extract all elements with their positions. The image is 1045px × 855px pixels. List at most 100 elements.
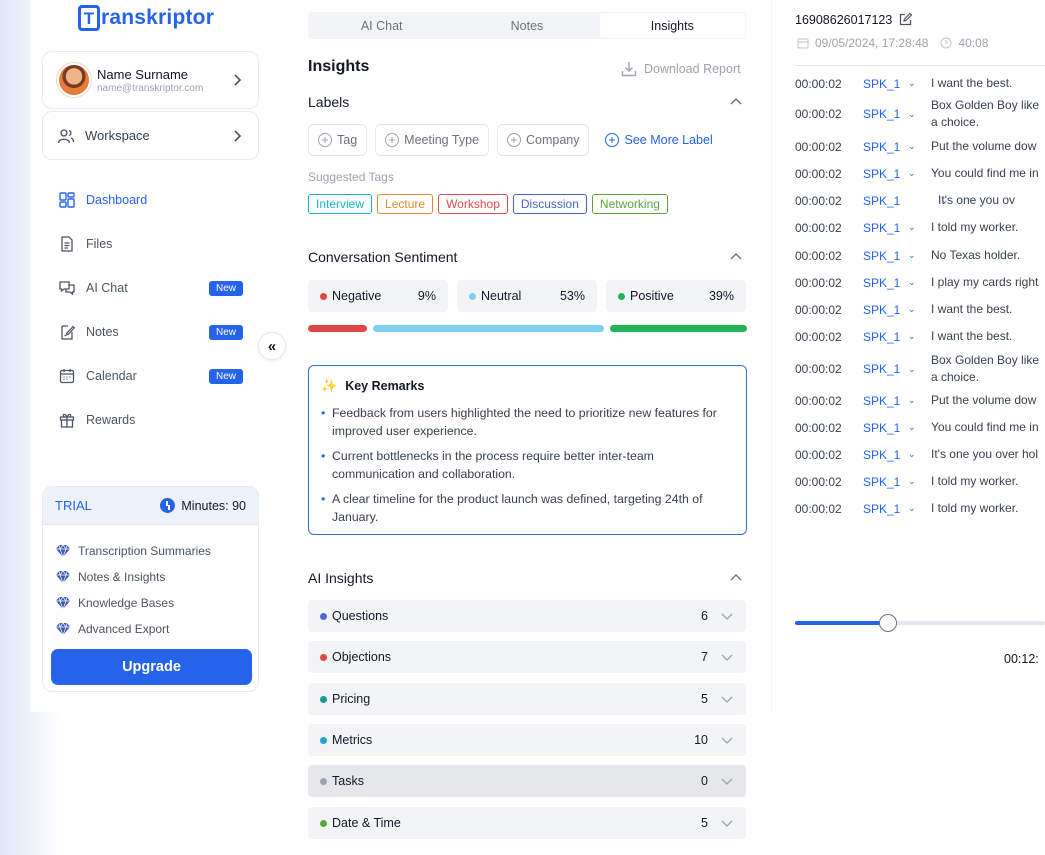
transcript-row[interactable]: 00:00:02 SPK_1 It's one you ov ⌄ bbox=[795, 192, 1045, 209]
sidebar-item-notes[interactable]: Notes New bbox=[42, 310, 259, 354]
chevron-up-icon[interactable] bbox=[729, 95, 743, 109]
chevron-up-icon[interactable] bbox=[729, 571, 743, 585]
speaker-dropdown-icon[interactable]: ⌄ bbox=[908, 250, 931, 261]
transcript-time[interactable]: 00:00:02 bbox=[795, 394, 863, 408]
speaker-label[interactable]: SPK_1 bbox=[863, 421, 908, 435]
speaker-label[interactable]: SPK_1 bbox=[863, 330, 908, 344]
sidebar-item-dashboard[interactable]: Dashboard bbox=[42, 178, 259, 222]
ai-insight-pricing[interactable]: Pricing 5 bbox=[308, 683, 746, 715]
add-company-button[interactable]: Company bbox=[496, 124, 590, 156]
speaker-dropdown-icon[interactable]: ⌄ bbox=[908, 168, 931, 179]
transcript-row[interactable]: 00:00:02 SPK_1 ⌄ I told my worker. bbox=[795, 219, 1045, 236]
sidebar-item-calendar[interactable]: Calendar New bbox=[42, 354, 259, 398]
suggested-tag-networking[interactable]: Networking bbox=[591, 194, 668, 214]
speaker-label[interactable]: SPK_1 bbox=[863, 221, 908, 235]
user-profile-card[interactable]: Name Surname name@transkriptor.com bbox=[42, 51, 259, 109]
speaker-dropdown-icon[interactable]: ⌄ bbox=[908, 277, 931, 288]
transcript-time[interactable]: 00:00:02 bbox=[795, 303, 863, 317]
speaker-label[interactable]: SPK_1 bbox=[863, 303, 908, 317]
speaker-label[interactable]: SPK_1 bbox=[863, 502, 908, 516]
speaker-label[interactable]: SPK_1 bbox=[863, 276, 908, 290]
speaker-dropdown-icon[interactable]: ⌄ bbox=[908, 141, 931, 152]
files-icon bbox=[61, 236, 73, 252]
transcript-time[interactable]: 00:00:02 bbox=[795, 167, 863, 181]
speaker-label[interactable]: SPK_1 bbox=[863, 249, 908, 263]
speaker-dropdown-icon[interactable]: ⌄ bbox=[908, 395, 931, 406]
ai-insight-tasks[interactable]: Tasks 0 bbox=[308, 765, 746, 797]
transcript-time[interactable]: 00:00:02 bbox=[795, 194, 863, 208]
add-tag-button[interactable]: Tag bbox=[308, 124, 368, 156]
sidebar-item-rewards[interactable]: Rewards bbox=[42, 398, 259, 442]
speaker-dropdown-icon[interactable]: ⌄ bbox=[908, 109, 931, 120]
speaker-dropdown-icon[interactable]: ⌄ bbox=[908, 476, 931, 487]
speaker-dropdown-icon[interactable]: ⌄ bbox=[908, 304, 931, 315]
speaker-dropdown-icon[interactable]: ⌄ bbox=[908, 503, 931, 514]
tab-notes[interactable]: Notes bbox=[454, 13, 599, 38]
transcript-row[interactable]: 00:00:02 SPK_1 ⌄ It's one you over hol bbox=[795, 446, 1045, 463]
transcript-time[interactable]: 00:00:02 bbox=[795, 448, 863, 462]
ai-insight-objections[interactable]: Objections 7 bbox=[308, 641, 746, 673]
transcript-time[interactable]: 00:00:02 bbox=[795, 107, 863, 121]
transcript-row[interactable]: 00:00:02 SPK_1 ⌄ I want the best. bbox=[795, 328, 1045, 345]
suggested-tag-workshop[interactable]: Workshop bbox=[438, 194, 508, 214]
speaker-label[interactable]: SPK_1 bbox=[863, 475, 908, 489]
speaker-label[interactable]: SPK_1 bbox=[863, 394, 908, 408]
transcript-time[interactable]: 00:00:02 bbox=[795, 140, 863, 154]
speaker-dropdown-icon[interactable]: ⌄ bbox=[908, 331, 931, 342]
suggested-tag-discussion[interactable]: Discussion bbox=[512, 194, 587, 214]
sidebar-item-files[interactable]: Files bbox=[42, 222, 259, 266]
transcript-row[interactable]: 00:00:02 SPK_1 ⌄ I play my cards right bbox=[795, 274, 1045, 291]
edit-icon[interactable] bbox=[898, 12, 913, 27]
speaker-dropdown-icon[interactable]: ⌄ bbox=[908, 449, 931, 460]
transcript-row[interactable]: 00:00:02 SPK_1 ⌄ I want the best. bbox=[795, 75, 1045, 92]
speaker-dropdown-icon[interactable]: ⌄ bbox=[908, 422, 931, 433]
transcript-row[interactable]: 00:00:02 SPK_1 ⌄ No Texas holder. bbox=[795, 247, 1045, 264]
transcript-row[interactable]: 00:00:02 SPK_1 ⌄ I told my worker. bbox=[795, 473, 1045, 490]
ai-insight-date-time[interactable]: Date & Time 5 bbox=[308, 807, 746, 839]
transcript-row[interactable]: 00:00:02 SPK_1 ⌄ Box Golden Boy like a choic… bbox=[795, 352, 1045, 386]
download-report-button[interactable]: Download Report bbox=[620, 60, 741, 78]
add-meeting-type-button[interactable]: Meeting Type bbox=[375, 124, 489, 156]
upgrade-button[interactable]: Upgrade bbox=[51, 649, 252, 685]
collapse-sidebar-button[interactable]: « bbox=[258, 332, 286, 360]
transcript-time[interactable]: 00:00:02 bbox=[795, 421, 863, 435]
speaker-label[interactable]: SPK_1 bbox=[863, 167, 908, 181]
speaker-dropdown-icon[interactable]: ⌄ bbox=[908, 222, 931, 233]
transcript-time[interactable]: 00:00:02 bbox=[795, 362, 863, 376]
speaker-dropdown-icon[interactable]: ⌄ bbox=[908, 364, 931, 375]
transcript-row[interactable]: 00:00:02 SPK_1 ⌄ Box Golden Boy like a choic… bbox=[795, 97, 1045, 131]
transcript-row[interactable]: 00:00:02 SPK_1 ⌄ I want the best. bbox=[795, 301, 1045, 318]
speaker-label[interactable]: SPK_1 bbox=[863, 448, 908, 462]
transcript-time[interactable]: 00:00:02 bbox=[795, 249, 863, 263]
speaker-dropdown-icon[interactable]: ⌄ bbox=[941, 195, 964, 206]
speaker-label[interactable]: SPK_1 bbox=[863, 77, 908, 91]
transcript-row[interactable]: 00:00:02 SPK_1 ⌄ You could find me in bbox=[795, 165, 1045, 182]
transcript-time[interactable]: 00:00:02 bbox=[795, 475, 863, 489]
speaker-label[interactable]: SPK_1 bbox=[863, 140, 908, 154]
speaker-label[interactable]: SPK_1 bbox=[863, 362, 908, 376]
tab-ai-chat[interactable]: AI Chat bbox=[309, 13, 454, 38]
speaker-label[interactable]: SPK_1 bbox=[863, 107, 908, 121]
transcript-row[interactable]: 00:00:02 SPK_1 ⌄ I told my worker. bbox=[795, 500, 1045, 517]
see-more-label-link[interactable]: See More Label bbox=[605, 124, 713, 156]
transcript-time[interactable]: 00:00:02 bbox=[795, 502, 863, 516]
workspace-selector[interactable]: Workspace bbox=[42, 111, 259, 160]
chevron-up-icon[interactable] bbox=[729, 250, 743, 264]
transcript-time[interactable]: 00:00:02 bbox=[795, 330, 863, 344]
transcript-row[interactable]: 00:00:02 SPK_1 ⌄ Put the volume dow bbox=[795, 138, 1045, 155]
sidebar-item-ai-chat[interactable]: AI Chat New bbox=[42, 266, 259, 310]
transcript-time[interactable]: 00:00:02 bbox=[795, 221, 863, 235]
playback-handle[interactable] bbox=[879, 614, 897, 632]
transkriptor-logo[interactable]: T ranskriptor bbox=[78, 2, 214, 34]
suggested-tag-interview[interactable]: Interview bbox=[308, 194, 373, 214]
transcript-time[interactable]: 00:00:02 bbox=[795, 77, 863, 91]
transcript-time[interactable]: 00:00:02 bbox=[795, 276, 863, 290]
speaker-label[interactable]: SPK_1 bbox=[863, 194, 908, 208]
ai-insight-metrics[interactable]: Metrics 10 bbox=[308, 724, 746, 756]
transcript-row[interactable]: 00:00:02 SPK_1 ⌄ Put the volume dow bbox=[795, 392, 1045, 409]
suggested-tag-lecture[interactable]: Lecture bbox=[377, 194, 434, 214]
ai-insight-questions[interactable]: Questions 6 bbox=[308, 600, 746, 632]
tab-insights[interactable]: Insights bbox=[599, 13, 745, 38]
speaker-dropdown-icon[interactable]: ⌄ bbox=[908, 78, 931, 89]
transcript-row[interactable]: 00:00:02 SPK_1 ⌄ You could find me in bbox=[795, 419, 1045, 436]
